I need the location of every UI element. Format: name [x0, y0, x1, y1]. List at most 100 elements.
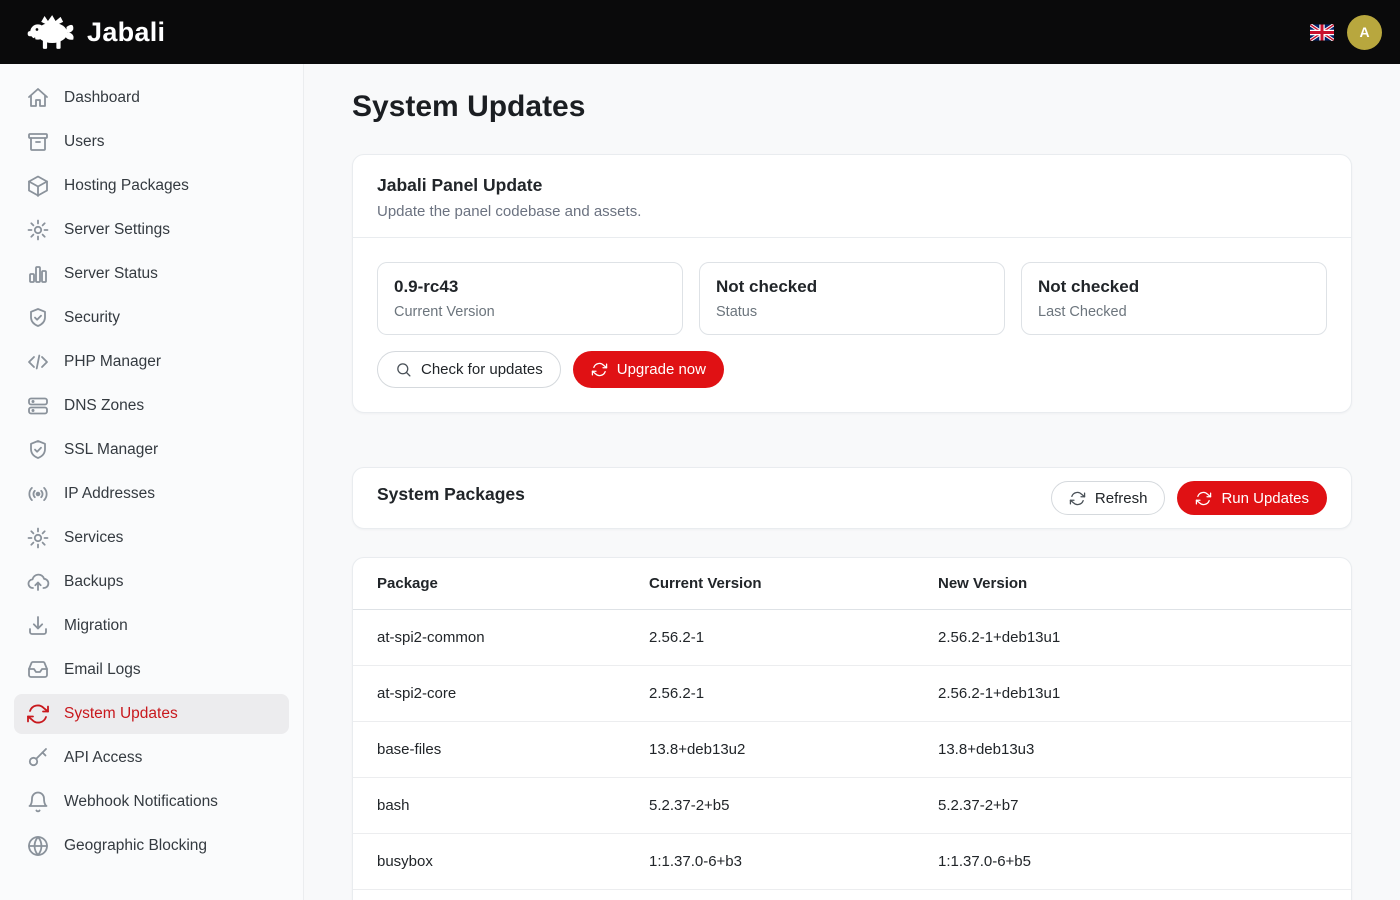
table-cell: 2.56.2-1: [649, 666, 938, 722]
sidebar-item-ssl-manager[interactable]: SSL Manager: [14, 430, 289, 470]
gear-icon: [26, 526, 50, 550]
sidebar-item-label: Migration: [64, 617, 128, 635]
table-cell: 1:1.37.0-6+b5: [938, 834, 1351, 890]
refresh-icon: [1195, 490, 1212, 507]
boar-icon: [26, 11, 80, 53]
sidebar-item-webhook-notifications[interactable]: Webhook Notifications: [14, 782, 289, 822]
code-icon: [26, 350, 50, 374]
sidebar-item-label: Dashboard: [64, 89, 140, 107]
table-cell: 5.2.37-2+b5: [649, 778, 938, 834]
sidebar-item-label: IP Addresses: [64, 485, 155, 503]
download-icon: [26, 614, 50, 638]
sidebar-item-system-updates[interactable]: System Updates: [14, 694, 289, 734]
table-cell: at-spi2-core: [353, 666, 649, 722]
check-for-updates-button[interactable]: Check for updates: [377, 351, 561, 388]
table-row: at-spi2-common2.56.2-12.56.2-1+deb13u1: [353, 610, 1351, 666]
stat-label: Current Version: [394, 304, 666, 320]
table-row: busybox1:1.37.0-6+b31:1.37.0-6+b5: [353, 834, 1351, 890]
sidebar-item-server-settings[interactable]: Server Settings: [14, 210, 289, 250]
user-avatar[interactable]: A: [1347, 15, 1382, 50]
run-updates-button[interactable]: Run Updates: [1177, 481, 1327, 515]
search-icon: [395, 361, 412, 378]
uk-flag-icon[interactable]: [1310, 24, 1334, 41]
panel-update-title: Jabali Panel Update: [377, 175, 1327, 196]
sidebar-item-label: API Access: [64, 749, 142, 767]
table-cell: 1:1.37.0-6+b3: [649, 834, 938, 890]
sidebar-item-hosting-packages[interactable]: Hosting Packages: [14, 166, 289, 206]
bar-chart-icon: [26, 262, 50, 286]
sidebar-item-label: Services: [64, 529, 123, 547]
table-cell: base-files: [353, 722, 649, 778]
top-right-controls: A: [1310, 15, 1382, 50]
table-row: [353, 890, 1351, 900]
stat-value: 0.9-rc43: [394, 277, 666, 297]
packages-table: PackageCurrent VersionNew Version at-spi…: [353, 558, 1351, 900]
refresh-icon: [26, 702, 50, 726]
sidebar-item-dashboard[interactable]: Dashboard: [14, 78, 289, 118]
shield-check-icon: [26, 306, 50, 330]
globe-icon: [26, 834, 50, 858]
sidebar-item-label: Security: [64, 309, 120, 327]
sidebar-item-api-access[interactable]: API Access: [14, 738, 289, 778]
update-actions: Check for updates Upgrade now: [377, 351, 1327, 388]
table-cell: 13.8+deb13u2: [649, 722, 938, 778]
sidebar-item-dns-zones[interactable]: DNS Zones: [14, 386, 289, 426]
panel-update-description: Update the panel codebase and assets.: [377, 203, 1327, 220]
panel-update-header: Jabali Panel Update Update the panel cod…: [353, 155, 1351, 237]
table-cell: 2.56.2-1+deb13u1: [938, 610, 1351, 666]
refresh-label: Refresh: [1095, 490, 1148, 507]
sidebar-item-users[interactable]: Users: [14, 122, 289, 162]
sidebar-item-label: Users: [64, 133, 104, 151]
table-cell: [353, 890, 649, 900]
cloud-upload-icon: [26, 570, 50, 594]
sidebar-item-email-logs[interactable]: Email Logs: [14, 650, 289, 690]
upgrade-now-label: Upgrade now: [617, 361, 706, 378]
sidebar-item-backups[interactable]: Backups: [14, 562, 289, 602]
table-cell: 5.2.37-2+b7: [938, 778, 1351, 834]
refresh-button[interactable]: Refresh: [1051, 481, 1166, 515]
stat-box-status: Not checkedStatus: [699, 262, 1005, 335]
upgrade-now-button[interactable]: Upgrade now: [573, 351, 724, 388]
table-cell: [938, 890, 1351, 900]
table-row: bash5.2.37-2+b55.2.37-2+b7: [353, 778, 1351, 834]
stat-box-current-version: 0.9-rc43 Current Version: [377, 262, 683, 335]
stat-value: Not checked: [716, 277, 988, 297]
run-updates-label: Run Updates: [1221, 490, 1309, 507]
stat-box-last-checked: Not checked Last Checked: [1021, 262, 1327, 335]
table-cell: 2.56.2-1: [649, 610, 938, 666]
refresh-icon: [591, 361, 608, 378]
check-updates-label: Check for updates: [421, 361, 543, 378]
stat-label: Last Checked: [1038, 304, 1310, 320]
sidebar-item-label: Server Settings: [64, 221, 170, 239]
table-cell: at-spi2-common: [353, 610, 649, 666]
refresh-icon: [1069, 490, 1086, 507]
table-cell: 2.56.2-1+deb13u1: [938, 666, 1351, 722]
table-cell: bash: [353, 778, 649, 834]
table-cell: 13.8+deb13u3: [938, 722, 1351, 778]
sidebar-item-label: Webhook Notifications: [64, 793, 218, 811]
sidebar-item-security[interactable]: Security: [14, 298, 289, 338]
sidebar-item-php-manager[interactable]: PHP Manager: [14, 342, 289, 382]
main-content: System Updates Jabali Panel Update Updat…: [304, 0, 1400, 900]
sidebar-item-ip-addresses[interactable]: IP Addresses: [14, 474, 289, 514]
sidebar-nav: Dashboard Users Hosting Packages Server Set…: [0, 64, 304, 900]
table-body: at-spi2-common2.56.2-12.56.2-1+deb13u1at…: [353, 610, 1351, 900]
package-icon: [26, 174, 50, 198]
brand[interactable]: Jabali: [26, 11, 165, 53]
panel-update-body: 0.9-rc43 Current Version Not checkedStatus…: [353, 238, 1351, 412]
inbox-icon: [26, 658, 50, 682]
system-packages-title: System Packages: [377, 484, 525, 505]
packages-table-card: PackageCurrent VersionNew Version at-spi…: [352, 557, 1352, 900]
bell-icon: [26, 790, 50, 814]
sidebar-item-label: SSL Manager: [64, 441, 158, 459]
sidebar-item-label: DNS Zones: [64, 397, 144, 415]
sidebar-item-migration[interactable]: Migration: [14, 606, 289, 646]
sidebar-item-label: System Updates: [64, 705, 178, 723]
sidebar-item-geographic-blocking[interactable]: Geographic Blocking: [14, 826, 289, 866]
key-icon: [26, 746, 50, 770]
gear-icon: [26, 218, 50, 242]
sidebar-item-services[interactable]: Services: [14, 518, 289, 558]
stat-value: Not checked: [1038, 277, 1310, 297]
sidebar-item-label: Geographic Blocking: [64, 837, 207, 855]
sidebar-item-server-status[interactable]: Server Status: [14, 254, 289, 294]
